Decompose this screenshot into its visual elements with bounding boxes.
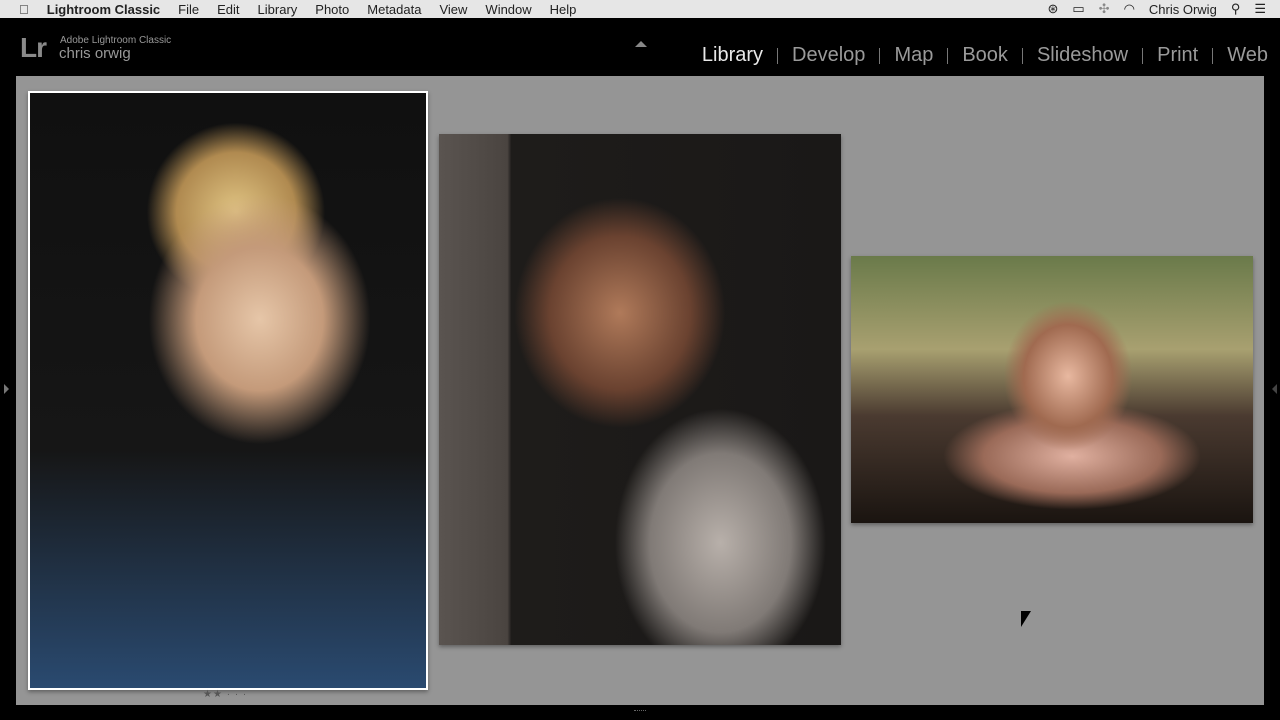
lightroom-logo: Lr: [20, 32, 47, 63]
menu-bar:  Lightroom Classic File Edit Library Ph…: [0, 0, 1280, 18]
module-develop[interactable]: Develop: [792, 44, 865, 67]
identity-plate-user: chris orwig: [59, 45, 131, 62]
module-map[interactable]: Map: [894, 44, 933, 67]
module-slideshow[interactable]: Slideshow: [1037, 44, 1128, 67]
module-print[interactable]: Print: [1157, 44, 1198, 67]
divider: [777, 47, 779, 64]
expand-right-panel-icon[interactable]: [1272, 384, 1277, 394]
menu-help[interactable]: Help: [550, 2, 577, 17]
menu-library[interactable]: Library: [258, 2, 298, 17]
divider: [1142, 47, 1144, 64]
display-icon[interactable]: ▭: [1072, 1, 1084, 17]
photo-portrait-car-window[interactable]: [851, 256, 1253, 523]
search-icon[interactable]: ⚲: [1231, 1, 1241, 17]
mouse-cursor-icon: [1021, 611, 1031, 627]
divider: [1212, 47, 1214, 64]
apple-icon[interactable]: : [19, 2, 29, 17]
identity-header: Lr Adobe Lightroom Classic chris orwig L…: [0, 18, 1280, 74]
module-library[interactable]: Library: [702, 44, 763, 67]
star-rating[interactable]: ★★ · · ·: [203, 689, 247, 700]
menu-window[interactable]: Window: [485, 2, 531, 17]
menu-edit[interactable]: Edit: [217, 2, 239, 17]
menu-metadata[interactable]: Metadata: [367, 2, 421, 17]
survey-view: [16, 76, 1264, 705]
notification-list-icon[interactable]: ☰: [1254, 1, 1266, 17]
module-picker: Library Develop Map Book Slideshow Print…: [702, 44, 1268, 67]
collapse-top-panel-icon[interactable]: [635, 41, 647, 47]
expand-filmstrip-handle[interactable]: [634, 710, 646, 716]
module-web[interactable]: Web: [1227, 44, 1268, 67]
menu-view[interactable]: View: [439, 2, 467, 17]
creative-cloud-icon[interactable]: ⊛: [1047, 1, 1058, 17]
photo-portrait-blonde-selected[interactable]: [28, 91, 428, 690]
user-name[interactable]: Chris Orwig: [1149, 2, 1217, 17]
menu-photo[interactable]: Photo: [315, 2, 349, 17]
bluetooth-icon[interactable]: ✣: [1099, 1, 1110, 17]
divider: [1021, 47, 1023, 64]
photo-portrait-sweater[interactable]: [439, 134, 841, 645]
menu-file[interactable]: File: [178, 2, 199, 17]
expand-left-panel-icon[interactable]: [4, 384, 9, 394]
menu-app-name[interactable]: Lightroom Classic: [47, 2, 160, 17]
wifi-icon[interactable]: ◠: [1124, 1, 1135, 17]
divider: [879, 47, 881, 64]
divider: [947, 47, 949, 64]
module-book[interactable]: Book: [962, 44, 1008, 67]
